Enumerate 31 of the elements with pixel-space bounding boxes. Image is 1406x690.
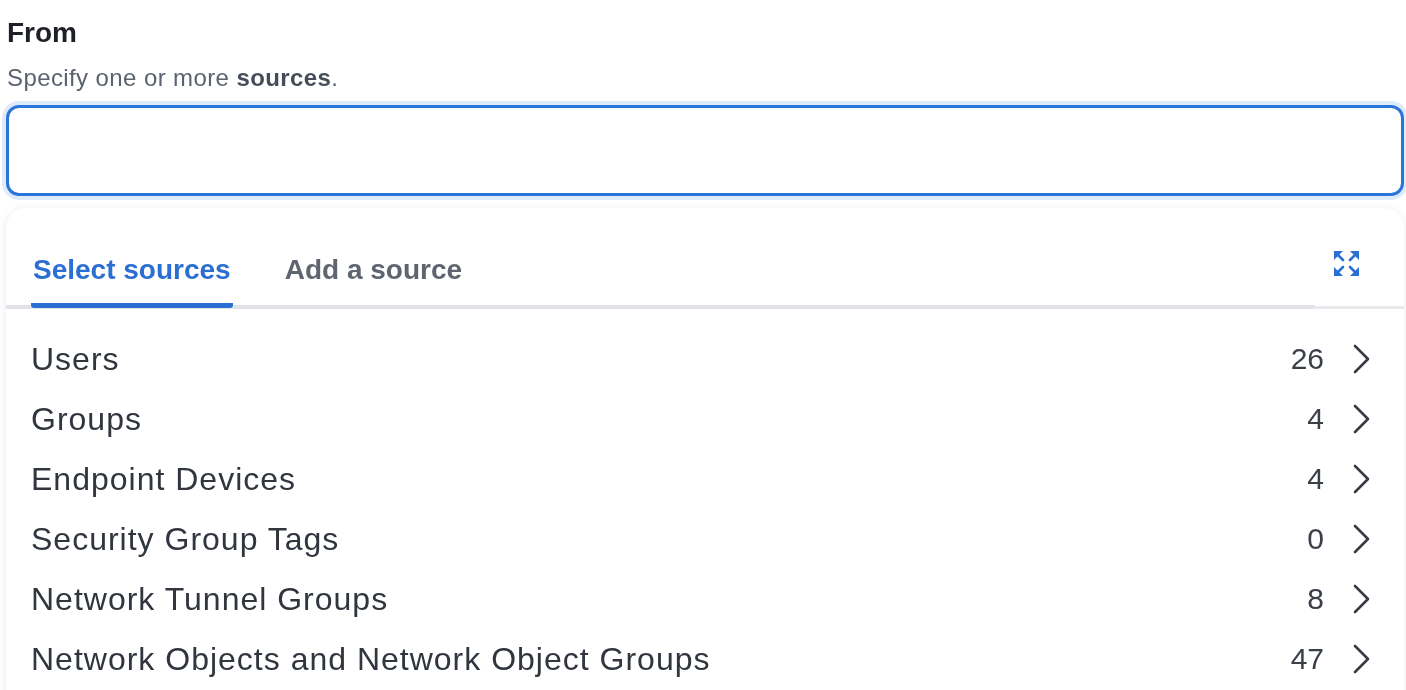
chevron-right-icon xyxy=(1352,524,1371,554)
chevron-right-icon xyxy=(1352,464,1371,494)
tab[interactable]: Select sources xyxy=(31,238,233,308)
list-item[interactable]: Endpoint Devices 4 xyxy=(6,449,1404,509)
chevron-right-icon xyxy=(1352,644,1371,674)
item-count: 4 xyxy=(1307,402,1324,436)
tab[interactable]: Add a source xyxy=(282,238,465,308)
item-count: 47 xyxy=(1290,642,1324,676)
chevron-right-icon xyxy=(1352,344,1371,374)
item-label: Security Group Tags xyxy=(31,520,341,558)
field-label: From xyxy=(7,17,77,49)
list-item[interactable]: Network Tunnel Groups 8 xyxy=(6,569,1404,629)
expand-button[interactable] xyxy=(1333,250,1360,277)
expand-icon xyxy=(1333,250,1360,277)
input-field[interactable] xyxy=(6,105,1404,196)
list-item[interactable]: Network Objects and Network Object Groups 47 xyxy=(6,629,1404,689)
item-count: 8 xyxy=(1307,582,1324,616)
list-item[interactable]: Security Group Tags 0 xyxy=(6,509,1404,569)
list-item[interactable]: Groups 4 xyxy=(6,389,1404,449)
item-count: 0 xyxy=(1307,522,1324,556)
field-description: Specify one or more sources. xyxy=(7,64,339,92)
item-count: 26 xyxy=(1290,342,1324,376)
chevron-right-icon xyxy=(1352,584,1371,614)
item-label: Groups xyxy=(31,400,143,438)
list-item[interactable]: Users 26 xyxy=(6,329,1404,389)
item-label: Endpoint Devices xyxy=(31,460,298,498)
item-label: Network Objects and Network Object Groups xyxy=(31,640,712,678)
item-count: 4 xyxy=(1307,462,1324,496)
chevron-right-icon xyxy=(1352,404,1371,434)
item-label: Network Tunnel Groups xyxy=(31,580,390,618)
item-label: Users xyxy=(31,340,121,378)
